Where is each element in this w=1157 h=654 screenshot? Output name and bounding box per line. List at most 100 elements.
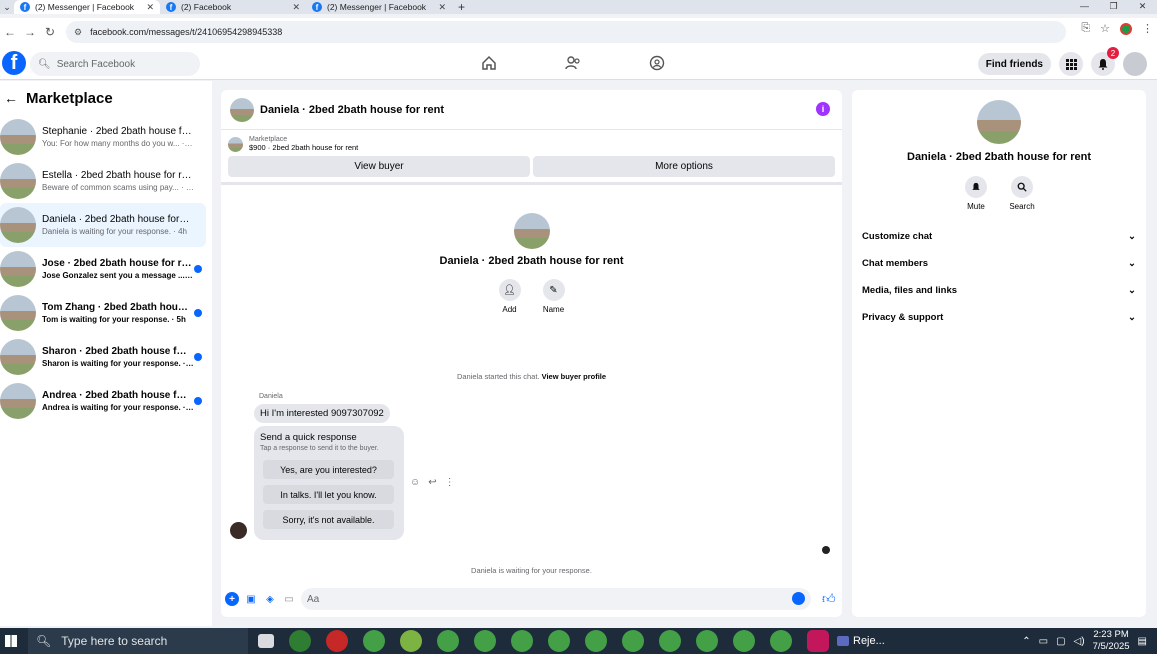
- thumbs-up-icon[interactable]: 👍︎: [822, 591, 838, 607]
- tray-chevron-up-icon[interactable]: ⌃: [1022, 636, 1030, 647]
- bookmark-star-icon[interactable]: ☆: [1100, 22, 1110, 35]
- add-people-button[interactable]: 👤︎ Add: [498, 279, 521, 314]
- app-icon[interactable]: [400, 630, 422, 652]
- close-window-icon[interactable]: ✕: [1128, 0, 1157, 14]
- privacy-support-section[interactable]: Privacy & support ⌄: [852, 304, 1146, 331]
- sticker-icon[interactable]: ◈: [263, 592, 277, 606]
- find-friends-button[interactable]: Find friends: [977, 53, 1051, 75]
- url-input[interactable]: ⚙ facebook.com/messages/t/24106954298945…: [66, 21, 1066, 43]
- chat-profile-avatar: [513, 213, 550, 249]
- profile-extension-icon[interactable]: [1120, 22, 1132, 35]
- browser-tab-1[interactable]: f (2) Messenger | Facebook ✕: [14, 0, 160, 14]
- groups-icon[interactable]: [648, 54, 666, 72]
- media-files-section[interactable]: Media, files and links ⌄: [852, 277, 1146, 304]
- app-icon[interactable]: [289, 630, 311, 652]
- more-icon[interactable]: ⋮: [445, 477, 455, 488]
- battery-icon[interactable]: ▭: [1039, 636, 1048, 647]
- conversation-item[interactable]: Jose · 2bed 2bath house for rent Jose Gon…: [0, 247, 206, 291]
- message-composer: + ▣ ◈ ▭ Aa 👍︎: [221, 587, 842, 611]
- taskbar-app-window[interactable]: Reje...: [837, 635, 885, 647]
- chrome-icon[interactable]: [622, 630, 644, 652]
- close-icon[interactable]: ✕: [292, 2, 300, 13]
- minimize-icon[interactable]: —: [1070, 0, 1099, 14]
- conversation-item-active[interactable]: Daniela · 2bed 2bath house for rent Danie…: [0, 203, 206, 247]
- new-tab-button[interactable]: +: [452, 0, 471, 14]
- conversation-item[interactable]: Sharon · 2bed 2bath house for re... Sharo…: [0, 335, 206, 379]
- windows-logo-icon: [5, 635, 17, 647]
- search-icon: [1011, 176, 1033, 198]
- menu-grid-icon[interactable]: [1059, 52, 1083, 76]
- chat-members-section[interactable]: Chat members ⌄: [852, 250, 1146, 277]
- conversation-item[interactable]: Andrea · 2bed 2bath house for r... Andrea…: [0, 379, 206, 423]
- chrome-icon[interactable]: [770, 630, 792, 652]
- chrome-icon[interactable]: [585, 630, 607, 652]
- conversation-item[interactable]: Stephanie · 2bed 2bath house for r... You…: [0, 115, 206, 159]
- quick-reply-button[interactable]: In talks. I'll let you know.: [263, 485, 394, 504]
- quick-reply-button[interactable]: Yes, are you interested?: [263, 460, 394, 479]
- customize-chat-section[interactable]: Customize chat ⌄: [852, 223, 1146, 250]
- message-bubble[interactable]: Hi I'm interested 9097307092: [254, 404, 390, 423]
- chrome-icon[interactable]: [696, 630, 718, 652]
- message-input[interactable]: Aa: [301, 588, 811, 610]
- name-chat-button[interactable]: ✎ Name: [542, 279, 565, 314]
- sender-avatar[interactable]: [230, 522, 247, 539]
- info-icon[interactable]: i: [816, 102, 830, 116]
- browser-menu-icon[interactable]: ⋮: [1142, 22, 1153, 35]
- view-buyer-button[interactable]: View buyer: [228, 156, 530, 177]
- quick-reply-button[interactable]: Sorry, it's not available.: [263, 510, 394, 529]
- chrome-icon[interactable]: [659, 630, 681, 652]
- close-icon[interactable]: ✕: [146, 2, 154, 13]
- more-options-button[interactable]: More options: [533, 156, 835, 177]
- back-arrow-icon[interactable]: ←: [4, 90, 18, 106]
- chevron-down-icon: ⌄: [1128, 285, 1136, 296]
- task-view-icon[interactable]: [258, 634, 274, 648]
- notifications-bell-icon[interactable]: 2: [1091, 47, 1119, 76]
- chat-panel: Daniela · 2bed 2bath house for rent i Ma…: [221, 90, 842, 617]
- chat-avatar[interactable]: [230, 97, 254, 122]
- emoji-icon[interactable]: [792, 592, 805, 605]
- facebook-search-input[interactable]: 🔍︎ Search Facebook: [30, 52, 200, 76]
- system-clock[interactable]: 2:23 PM 7/5/2025: [1093, 629, 1130, 653]
- listing-thumbnail: [0, 339, 36, 375]
- chrome-icon[interactable]: [733, 630, 755, 652]
- volume-icon[interactable]: ◁): [1074, 636, 1085, 647]
- network-icon[interactable]: ▢: [1056, 636, 1065, 647]
- chrome-icon[interactable]: [511, 630, 533, 652]
- conversation-item[interactable]: Estella · 2bed 2bath house for rent Bewar…: [0, 159, 206, 203]
- friends-icon[interactable]: [564, 54, 582, 72]
- install-app-icon[interactable]: ⎘: [1081, 22, 1090, 35]
- chat-title[interactable]: Daniela · 2bed 2bath house for rent: [260, 104, 444, 116]
- view-buyer-profile-link[interactable]: View buyer profile: [542, 372, 606, 381]
- account-avatar[interactable]: [1123, 52, 1147, 76]
- chrome-icon[interactable]: [548, 630, 570, 652]
- react-emoji-icon[interactable]: ☺: [410, 477, 420, 488]
- notification-center-icon[interactable]: ▤: [1138, 636, 1147, 647]
- reply-icon[interactable]: ↩: [428, 477, 436, 488]
- taskbar-search[interactable]: 🔍︎ Type here to search: [28, 628, 248, 654]
- listing-thumbnail: [0, 119, 36, 155]
- mute-button[interactable]: Mute: [965, 176, 987, 211]
- chrome-icon[interactable]: [474, 630, 496, 652]
- restore-icon[interactable]: ❐: [1099, 0, 1128, 14]
- chrome-icon[interactable]: [363, 630, 385, 652]
- reload-icon[interactable]: ↻: [40, 25, 60, 39]
- photo-icon[interactable]: ▣: [244, 592, 258, 606]
- browser-tab-3[interactable]: f (2) Messenger | Facebook ✕: [306, 0, 452, 14]
- back-icon[interactable]: ←: [0, 25, 20, 39]
- forward-icon[interactable]: →: [20, 25, 40, 39]
- browser-tab-2[interactable]: f (2) Facebook ✕: [160, 0, 306, 14]
- facebook-logo-icon[interactable]: f: [2, 51, 26, 75]
- home-icon[interactable]: [480, 54, 498, 72]
- close-icon[interactable]: ✕: [438, 2, 446, 13]
- start-button[interactable]: [0, 628, 22, 654]
- conversation-item[interactable]: Tom Zhang · 2bed 2bath house f... Tom is …: [0, 291, 206, 335]
- tab-search-icon[interactable]: ⌄: [0, 2, 14, 13]
- chrome-icon[interactable]: [437, 630, 459, 652]
- search-chat-button[interactable]: Search: [1009, 176, 1035, 211]
- app-icon[interactable]: [326, 630, 348, 652]
- instagram-icon[interactable]: [807, 630, 829, 652]
- message-placeholder: Aa: [307, 593, 320, 605]
- plus-icon[interactable]: +: [225, 592, 239, 606]
- site-info-icon[interactable]: ⚙: [74, 27, 82, 38]
- gif-icon[interactable]: ▭: [282, 592, 296, 606]
